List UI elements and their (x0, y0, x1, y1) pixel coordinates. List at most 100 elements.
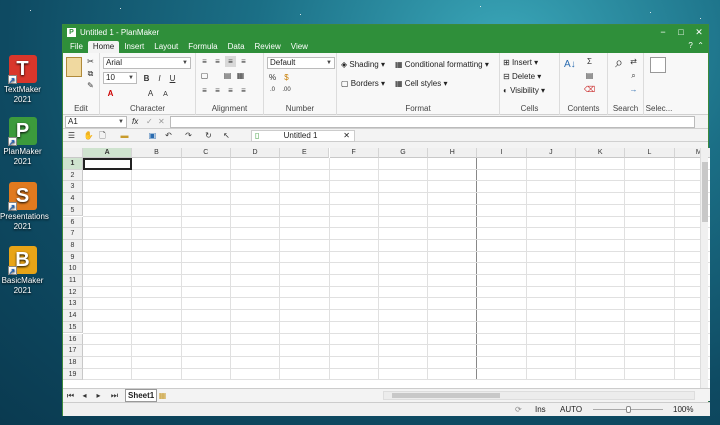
format-painter-icon[interactable]: ✎ (85, 80, 96, 91)
insert-cells-button[interactable]: ⊞ Insert ▾ (503, 57, 538, 68)
align-left-icon[interactable]: ≡ (199, 85, 210, 96)
column-header-f[interactable]: F (329, 148, 379, 158)
pointer-icon[interactable]: ↖ (221, 130, 232, 141)
search-icon[interactable]: ⌕ (611, 55, 627, 73)
minimize-button[interactable]: − (654, 27, 672, 38)
close-tab-icon[interactable]: ✕ (343, 131, 350, 141)
paste-icon[interactable] (66, 57, 82, 77)
row-header-2[interactable]: 2 (63, 169, 83, 182)
tab-layout[interactable]: Layout (149, 41, 183, 53)
close-button[interactable]: ✕ (690, 27, 708, 38)
desktop-icon-basicmaker[interactable]: B ↗ BasicMaker 2021 (0, 246, 45, 296)
row-header-1[interactable]: 1 (63, 158, 83, 170)
row-header-8[interactable]: 8 (63, 239, 83, 252)
clear-icon[interactable]: ⌫ (584, 84, 595, 95)
selection-icon[interactable] (650, 57, 666, 73)
hand-icon[interactable]: ✋ (83, 130, 94, 141)
column-header-j[interactable]: J (526, 148, 576, 158)
row-header-19[interactable]: 19 (63, 368, 83, 381)
percent-icon[interactable]: % (267, 72, 278, 83)
wrap-icon[interactable]: ▦ (235, 70, 246, 81)
row-header-15[interactable]: 15 (63, 321, 83, 334)
redo-icon[interactable]: ↷ (183, 130, 194, 141)
merge-cells-icon[interactable]: ▤ (222, 70, 233, 81)
arrow-right-icon[interactable]: → (628, 84, 639, 95)
sheet-tab-sheet1[interactable]: Sheet1 (125, 389, 158, 402)
align-justify-icon[interactable]: ≡ (238, 56, 249, 67)
font-size-select[interactable]: 10 ▼ (103, 72, 137, 84)
repeat-icon[interactable]: ↻ (203, 130, 214, 141)
document-tab[interactable]: ▯ Untitled 1 ✕ (251, 130, 355, 142)
column-header-g[interactable]: G (378, 148, 429, 158)
status-mode[interactable]: Ins (535, 404, 546, 415)
column-header-e[interactable]: E (280, 148, 330, 158)
column-header-d[interactable]: D (230, 148, 281, 158)
column-header-l[interactable]: L (625, 148, 675, 158)
row-header-5[interactable]: 5 (63, 204, 83, 217)
tab-review[interactable]: Review (250, 41, 286, 53)
font-name-select[interactable]: Arial ▼ (103, 57, 191, 69)
tab-file[interactable]: File (65, 41, 88, 53)
tab-view[interactable]: View (286, 41, 313, 53)
desktop-icon-planmaker[interactable]: P ↗ PlanMaker 2021 (0, 117, 45, 167)
fill-icon[interactable]: ▤ (584, 70, 595, 81)
last-sheet-button[interactable]: ⏭ (109, 390, 120, 401)
bold-button[interactable]: B (141, 73, 152, 84)
cell-styles-button[interactable]: ▦ Cell styles ▾ (395, 78, 447, 89)
horizontal-scrollbar[interactable] (383, 391, 695, 400)
goto-icon[interactable]: ⌕ (628, 70, 639, 81)
formula-input[interactable] (170, 116, 695, 128)
number-format-select[interactable]: Default ▼ (267, 57, 335, 69)
column-header-c[interactable]: C (181, 148, 231, 158)
add-sheet-icon[interactable]: ▦ (157, 390, 168, 401)
column-header-h[interactable]: H (428, 148, 478, 158)
first-sheet-button[interactable]: ⏮ (65, 390, 76, 401)
column-header-i[interactable]: I (477, 148, 527, 158)
border-box-icon[interactable]: ▢ (199, 70, 210, 81)
row-header-10[interactable]: 10 (63, 263, 83, 275)
next-sheet-button[interactable]: ▸ (93, 390, 104, 401)
row-header-4[interactable]: 4 (63, 193, 83, 205)
row-header-9[interactable]: 9 (63, 251, 83, 264)
cell-reference-box[interactable]: A1 ▼ (65, 116, 127, 128)
row-header-12[interactable]: 12 (63, 286, 83, 299)
maximize-button[interactable]: □ (672, 27, 690, 38)
cancel-icon[interactable]: ✕ (158, 116, 165, 127)
font-color-icon[interactable]: A (105, 88, 116, 99)
increase-decimal-icon[interactable]: .0 (267, 85, 278, 96)
column-header-b[interactable]: B (132, 148, 182, 158)
sum-icon[interactable]: Σ (584, 56, 595, 67)
select-all-corner[interactable] (63, 148, 83, 158)
visibility-button[interactable]: ◐ Visibility ▾ (503, 85, 545, 96)
align-top-icon[interactable]: ≡ (199, 56, 210, 67)
collapse-ribbon-button[interactable]: ⌃ (697, 41, 704, 50)
active-cell-a1[interactable] (83, 158, 133, 170)
row-header-6[interactable]: 6 (63, 216, 83, 229)
scroll-thumb[interactable] (392, 393, 500, 398)
spreadsheet-grid[interactable]: A B C D E F G H I J K L M 1 2 3 4 5 6 7 8 9 10 11 12 13 14 15 16 17 18… (63, 148, 710, 388)
column-header-k[interactable]: K (576, 148, 626, 158)
fx-icon[interactable]: fx (132, 116, 138, 127)
column-header-a[interactable]: A (83, 148, 133, 158)
cut-icon[interactable]: ✂ (85, 56, 96, 67)
row-header-13[interactable]: 13 (63, 298, 83, 311)
scroll-thumb[interactable] (702, 162, 708, 222)
align-bottom-icon[interactable]: ≡ (225, 56, 236, 67)
zoom-thumb[interactable] (626, 406, 631, 413)
tab-insert[interactable]: Insert (119, 41, 149, 53)
row-header-11[interactable]: 11 (63, 275, 83, 287)
grow-font-icon[interactable]: A (145, 88, 156, 99)
zoom-slider[interactable] (593, 406, 663, 413)
row-header-16[interactable]: 16 (63, 333, 83, 346)
currency-icon[interactable]: $ (281, 72, 292, 83)
save-icon[interactable]: ▣ (147, 130, 158, 141)
row-header-18[interactable]: 18 (63, 356, 83, 369)
row-header-17[interactable]: 17 (63, 345, 83, 357)
align-middle-icon[interactable]: ≡ (212, 56, 223, 67)
sort-icon[interactable]: A↓ (564, 59, 576, 70)
copy-icon[interactable]: ⧉ (85, 68, 96, 79)
undo-icon[interactable]: ↶ (163, 130, 174, 141)
distribute-icon[interactable]: ≡ (238, 85, 249, 96)
shrink-font-icon[interactable]: A (160, 89, 171, 100)
help-button[interactable]: ? (688, 41, 692, 50)
